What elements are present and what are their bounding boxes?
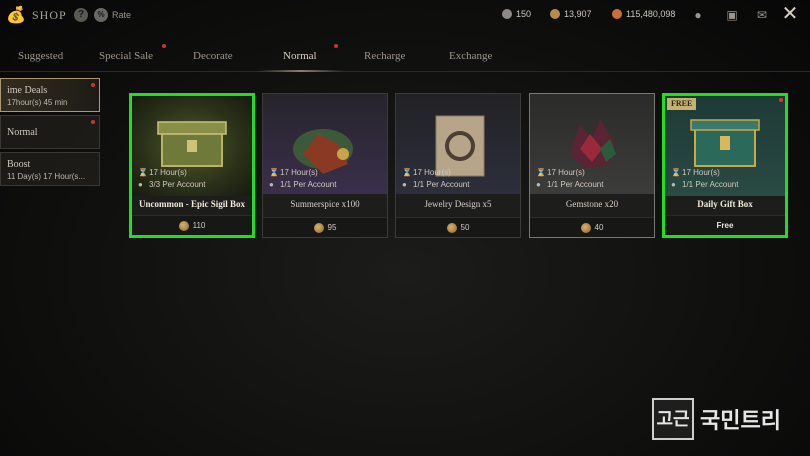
purchase-limit: 1/1 Per Account <box>413 180 470 189</box>
tab-recharge[interactable]: Recharge <box>364 50 405 62</box>
account-icon: ● <box>536 180 541 189</box>
close-icon[interactable]: ✕ <box>780 4 800 24</box>
account-icon: ● <box>269 180 274 189</box>
tab-decorate[interactable]: Decorate <box>193 50 233 62</box>
hourglass-icon: ⌛ <box>536 168 546 177</box>
rate-button[interactable]: % Rate <box>94 8 131 22</box>
notification-dot <box>162 44 166 48</box>
price-value: Free <box>716 221 734 230</box>
time-remaining: 17 Hour(s) <box>280 168 318 177</box>
rate-label: Rate <box>112 10 132 20</box>
price-button[interactable]: 110 <box>132 215 252 235</box>
copper-coin-icon <box>612 9 622 19</box>
silver-coin-icon <box>502 9 512 19</box>
mail-icon[interactable]: ✉ <box>754 7 770 23</box>
sidebar-item-normal[interactable]: Normal <box>0 115 100 149</box>
coin-icon <box>178 220 189 231</box>
shop-item-card[interactable]: ⌛ 17 Hour(s) ● 1/1 Per Account Summerspice… <box>262 93 388 238</box>
currency-gold-value: 13,907 <box>564 9 592 19</box>
shop-item-card[interactable]: ⌛ 17 Hour(s) ● 1/1 Per Account Jewelry Des… <box>395 93 521 238</box>
item-name: Daily Gift Box <box>697 199 753 209</box>
purchase-limit: 1/1 Per Account <box>547 180 604 189</box>
free-badge: FREE <box>667 98 697 110</box>
price-button[interactable]: 50 <box>396 217 520 237</box>
notification-dot <box>334 44 338 48</box>
page-title: SHOP <box>32 8 67 22</box>
item-name: Gemstone x20 <box>565 199 619 209</box>
sidebar-item-sub: 11 Day(s) 17 Hour(s... <box>7 172 86 181</box>
watermark-text: 국민트리 <box>700 408 781 433</box>
account-icon: ● <box>671 180 676 189</box>
price-value: 95 <box>327 223 337 232</box>
hourglass-icon: ⌛ <box>138 168 148 177</box>
item-image <box>263 94 387 194</box>
currency-gold[interactable]: 13,907 <box>550 9 592 19</box>
time-remaining: 17 Hour(s) <box>682 168 720 177</box>
time-remaining: 17 Hour(s) <box>547 168 585 177</box>
sidebar-item-label: ime Deals <box>7 85 48 96</box>
tab-special-sale[interactable]: Special Sale <box>99 50 153 62</box>
notification-dot <box>779 98 783 102</box>
sidebar-item-sub: 17hour(s) 45 min <box>7 98 68 107</box>
currency-silver-value: 150 <box>516 9 532 19</box>
hourglass-icon: ⌛ <box>671 168 681 177</box>
hourglass-icon: ⌛ <box>402 168 412 177</box>
watermark: 고근 국민트리 <box>652 398 781 440</box>
money-bag-icon: 💰 <box>6 7 26 24</box>
active-tab-underline <box>258 70 344 72</box>
tab-suggested[interactable]: Suggested <box>18 50 63 62</box>
question-icon[interactable]: ? <box>74 8 88 22</box>
shop-tabs: Suggested Special Sale Decorate Normal R… <box>0 40 810 72</box>
coin-icon <box>580 222 591 233</box>
notification-dot <box>91 120 95 124</box>
coin-icon <box>446 222 457 233</box>
item-image <box>396 94 520 194</box>
tab-exchange[interactable]: Exchange <box>449 50 492 62</box>
purchase-limit: 1/1 Per Account <box>280 180 337 189</box>
tab-normal[interactable]: Normal <box>283 50 317 62</box>
item-name: Jewelry Design x5 <box>424 199 492 209</box>
purchase-limit: 3/3 Per Account <box>149 180 206 189</box>
price-button[interactable]: 40 <box>530 217 654 237</box>
currency-copper[interactable]: 115,480,098 <box>612 9 675 19</box>
shop-item-card[interactable]: ⌛ 17 Hour(s) ● 1/1 Per Account Gemstone x2… <box>529 93 655 238</box>
currency-silver[interactable]: 150 <box>502 9 531 19</box>
item-name: Summerspice x100 <box>290 199 360 209</box>
notification-dot <box>91 83 95 87</box>
account-icon: ● <box>138 180 143 189</box>
sidebar-item-label: Normal <box>7 127 38 138</box>
gold-coin-icon <box>550 9 560 19</box>
time-remaining: 17 Hour(s) <box>149 168 187 177</box>
price-value: 40 <box>594 223 604 232</box>
currency-copper-value: 115,480,098 <box>626 9 676 19</box>
time-remaining: 17 Hour(s) <box>413 168 451 177</box>
purchase-limit: 1/1 Per Account <box>682 180 739 189</box>
inventory-icon[interactable]: ● <box>690 7 706 23</box>
sidebar-item-time-deals[interactable]: ime Deals 17hour(s) 45 min <box>0 78 100 112</box>
price-value: 110 <box>192 221 206 230</box>
sidebar-item-label: Boost <box>7 159 31 170</box>
price-button[interactable]: 95 <box>263 217 387 237</box>
top-bar: 💰 SHOP ? % Rate 150 13,907 115,480,098 ●… <box>0 0 810 32</box>
watermark-logo: 고근 <box>652 398 694 440</box>
rate-icon: % <box>94 8 108 22</box>
hourglass-icon: ⌛ <box>269 168 279 177</box>
shop-item-card[interactable]: FREE ⌛ 17 Hour(s) ● 1/1 Per Account Daily … <box>662 93 788 238</box>
item-image <box>530 94 654 194</box>
price-button[interactable]: Free <box>665 215 785 235</box>
shop-item-card[interactable]: ⌛ 17 Hour(s) ● 3/3 Per Account Uncommon - … <box>129 93 255 238</box>
gift-icon[interactable]: ▣ <box>724 7 740 23</box>
account-icon: ● <box>402 180 407 189</box>
coin-icon <box>313 222 324 233</box>
sidebar-item-boost[interactable]: Boost 11 Day(s) 17 Hour(s... <box>0 152 100 186</box>
price-value: 50 <box>460 223 470 232</box>
item-name: Uncommon - Epic Sigil Box <box>138 199 245 209</box>
